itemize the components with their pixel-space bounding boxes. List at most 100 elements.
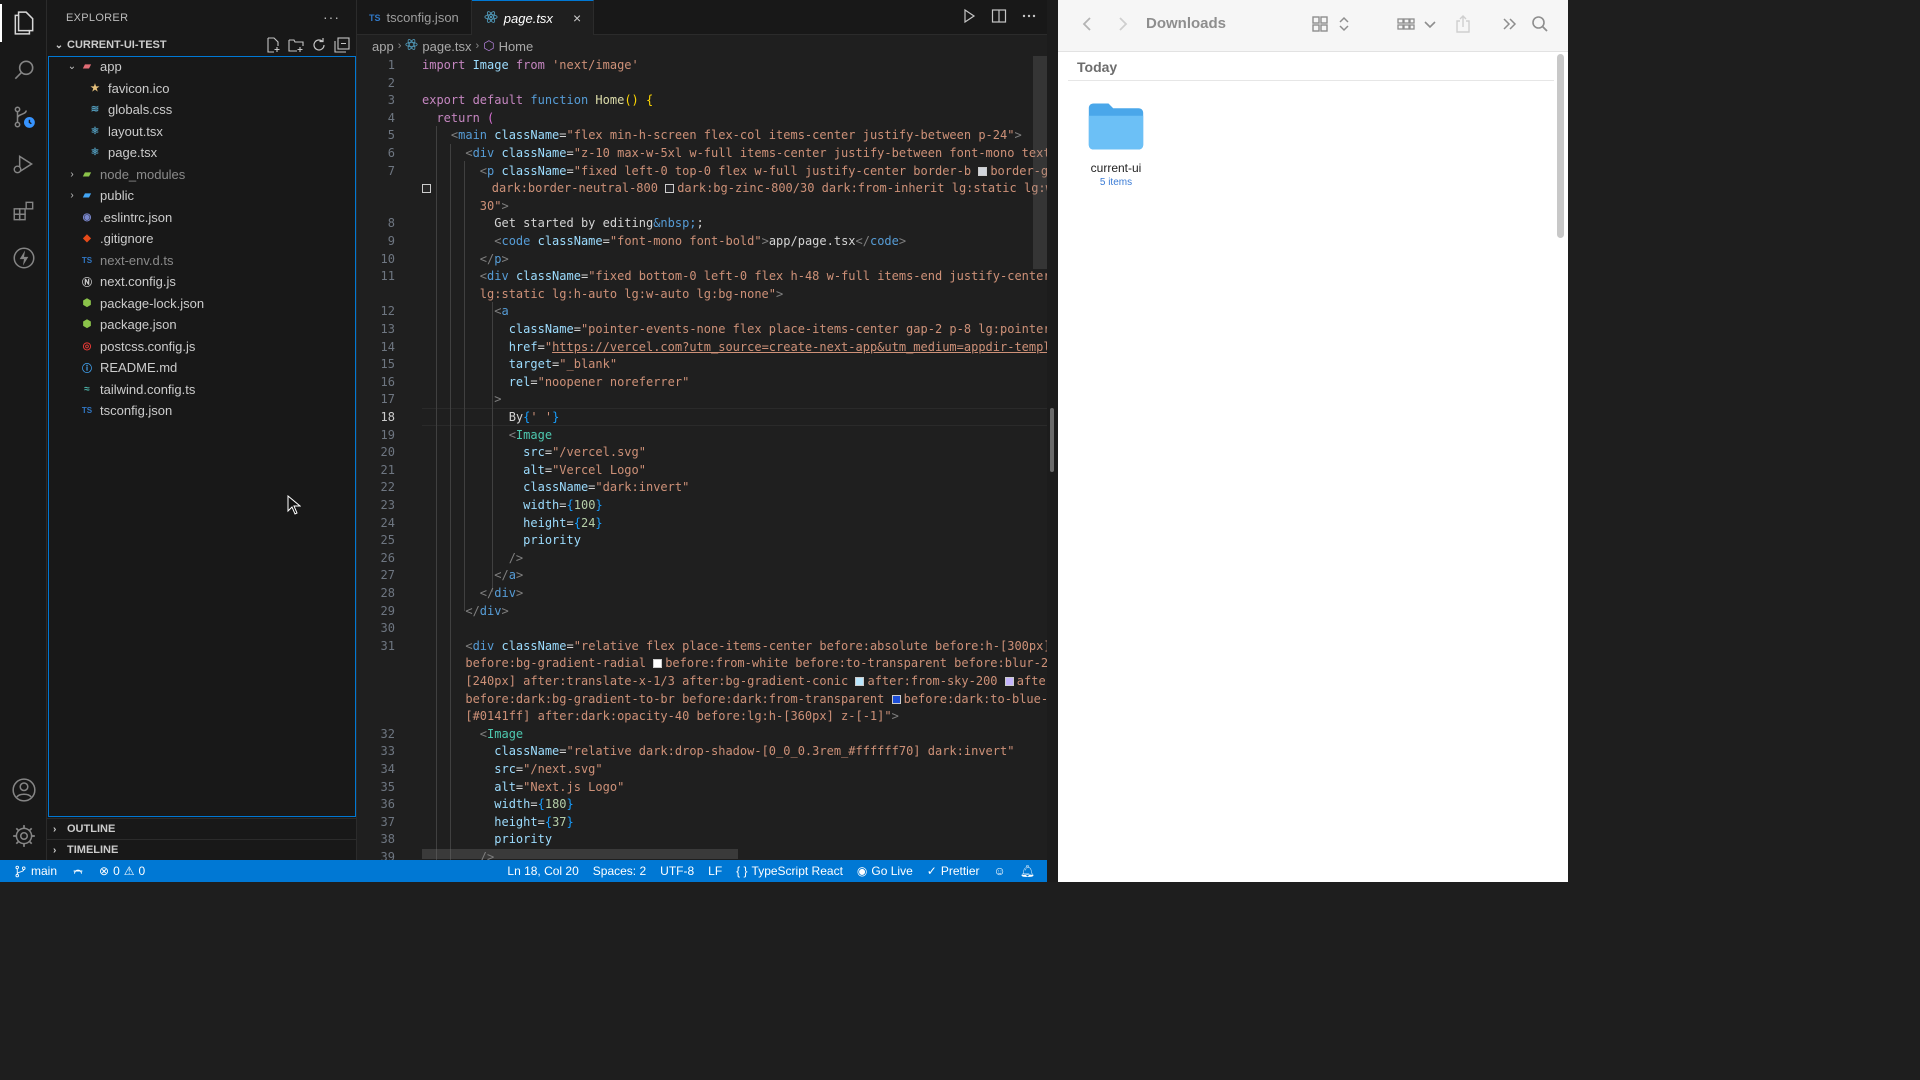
code-token: } (566, 814, 574, 829)
tree-item[interactable]: Ⓝnext.config.js (49, 271, 355, 293)
tree-item-label: .gitignore (100, 231, 154, 247)
breadcrumb-app[interactable]: app (372, 39, 394, 54)
code-token: </ (422, 251, 495, 266)
code-token: href (422, 339, 538, 354)
folder-node-icon: ▰ (83, 168, 91, 180)
run-icon[interactable] (961, 8, 977, 24)
lightning-activity-button[interactable] (0, 235, 47, 281)
prettier-status[interactable]: ✓ Prettier (920, 860, 987, 882)
explorer-activity-button[interactable] (0, 0, 47, 46)
tab-tsconfig[interactable]: TS tsconfig.json (357, 0, 472, 35)
tree-item[interactable]: ★ favicon.ico (49, 78, 355, 100)
breadcrumb-file[interactable]: page.tsx (422, 39, 471, 54)
divider-handle[interactable] (1050, 408, 1054, 472)
outline-section[interactable]: › OUTLINE (47, 818, 357, 839)
code-token: "Next.js Logo" (523, 779, 625, 794)
color-swatch-icon[interactable] (653, 659, 663, 669)
eol-status[interactable]: LF (701, 860, 729, 882)
tab-page-tsx[interactable]: page.tsx × (471, 0, 595, 35)
tree-item[interactable]: TS next-env.d.ts (49, 250, 355, 272)
code-token: lg:static lg:h-auto lg:w-auto lg:bg-none… (422, 286, 777, 301)
tree-item[interactable]: ⚛ layout.tsx (49, 121, 355, 143)
code-line: </p> (422, 251, 509, 269)
new-file-icon[interactable] (265, 37, 281, 53)
activity-bar (0, 0, 47, 860)
horizontal-scrollbar[interactable] (422, 849, 738, 859)
tree-item-label: package-lock.json (100, 295, 205, 311)
manage-button[interactable] (0, 813, 47, 859)
code-token: "pointer-events-none flex place-items-ce… (580, 322, 1047, 336)
problems-status[interactable]: ⊗ 0 ⚠ 0 (92, 860, 152, 882)
line-number: 31 (380, 638, 395, 653)
code-token: ( (487, 110, 495, 125)
new-folder-icon[interactable] (288, 37, 304, 53)
tree-item[interactable]: ⬢ package.json (49, 314, 355, 336)
tree-item[interactable]: ⌄ ▰ app (49, 56, 355, 78)
more-actions-button[interactable]: ··· (323, 9, 340, 25)
timeline-section[interactable]: › TIMELINE (47, 839, 357, 860)
tree-item[interactable]: ≋ globals.css (49, 99, 355, 121)
collapse-all-icon[interactable] (334, 37, 350, 53)
tree-item[interactable]: ◎ postcss.config.js (49, 336, 355, 358)
tree-item[interactable]: ⓘ README.md (49, 357, 355, 379)
source-control-activity-button[interactable] (0, 94, 47, 140)
feedback-button[interactable]: ☺ (987, 860, 1013, 882)
tree-item[interactable]: ⚛ page.tsx (49, 142, 355, 164)
eslint-icon: ◉ (82, 211, 92, 223)
code-line: <Image (422, 726, 523, 744)
color-swatch-icon[interactable] (891, 694, 901, 704)
group-button[interactable] (1396, 14, 1440, 34)
extensions-activity-button[interactable] (0, 188, 47, 234)
code-editor[interactable]: 1 import Image from 'next/image' 2 3 export … (357, 56, 1047, 860)
line-number: 24 (380, 515, 395, 530)
run-debug-activity-button[interactable] (0, 141, 47, 187)
view-mode-button[interactable] (1310, 14, 1354, 34)
code-line: priority (422, 532, 581, 550)
search-activity-button[interactable] (0, 47, 47, 93)
accounts-button[interactable] (0, 767, 47, 813)
react-icon: ⚛ (90, 147, 100, 159)
split-editor-icon[interactable] (991, 8, 1007, 24)
branch-status[interactable]: main (0, 860, 64, 882)
tree-item[interactable]: ≈ tailwind.config.ts (49, 379, 355, 401)
indentation-status[interactable]: Spaces: 2 (586, 860, 653, 882)
code-token: > (898, 234, 907, 248)
vertical-scrollbar[interactable] (1033, 56, 1047, 269)
color-swatch-icon[interactable] (855, 677, 865, 686)
color-swatch-icon[interactable] (422, 184, 431, 194)
code-token: code (869, 234, 899, 248)
search-button[interactable] (1530, 14, 1550, 34)
more-icon[interactable] (1021, 8, 1037, 24)
color-swatch-icon[interactable] (665, 184, 675, 194)
notifications-button[interactable]: 🔔︎ (1013, 860, 1047, 882)
color-swatch-icon[interactable] (1004, 677, 1014, 686)
tree-item[interactable]: › ▰ public (49, 185, 355, 207)
status-bar: main ⊗ 0 ⚠ 0 Ln 18, Col 20 Spaces: 2 UTF… (0, 860, 1047, 882)
cursor-position[interactable]: Ln 18, Col 20 (500, 860, 585, 882)
tree-item[interactable]: TS tsconfig.json (49, 400, 355, 422)
language-status[interactable]: { } TypeScript React (729, 860, 850, 882)
forward-button[interactable] (1112, 14, 1132, 34)
more-toolbar-button[interactable] (1500, 14, 1520, 34)
finder-scrollbar[interactable] (1557, 54, 1564, 238)
sync-status[interactable] (64, 860, 92, 882)
code-line: [#0141ff] after:dark:opacity-40 before:l… (422, 708, 899, 726)
go-live-button[interactable]: ◉ Go Live (850, 860, 920, 882)
close-tab-button[interactable]: × (573, 10, 581, 26)
code-token: app/page.tsx (768, 234, 856, 248)
refresh-icon[interactable] (311, 37, 327, 53)
encoding-status[interactable]: UTF-8 (653, 860, 701, 882)
tree-item[interactable]: ◉ .eslintrc.json (49, 207, 355, 229)
tree-item[interactable]: ◆ .gitignore (49, 228, 355, 250)
tree-item-label: README.md (100, 360, 178, 376)
breadcrumb-symbol[interactable]: Home (499, 39, 534, 54)
code-token: < (422, 269, 488, 284)
share-button[interactable] (1453, 14, 1473, 34)
color-swatch-icon[interactable] (978, 166, 988, 176)
tree-item[interactable]: › ▰ node_modules (49, 164, 355, 186)
code-token: "/next.svg" (523, 762, 603, 776)
npm-icon: ⬢ (82, 319, 92, 331)
tree-item[interactable]: ⬢ package-lock.json (49, 293, 355, 315)
folder-current-ui[interactable]: current-ui 5 items (1078, 100, 1154, 188)
back-button[interactable] (1078, 14, 1098, 34)
